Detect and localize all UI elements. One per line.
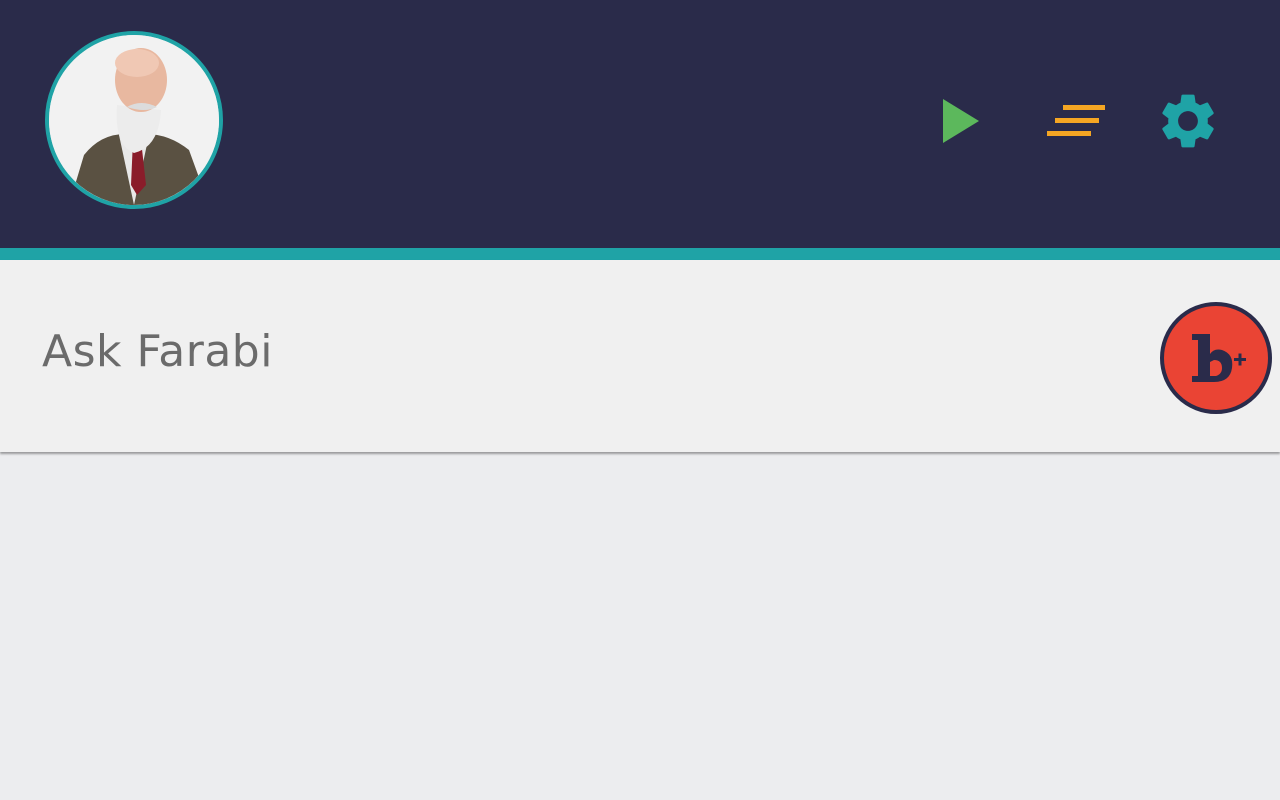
brand-logo-icon xyxy=(1192,334,1246,382)
list-button[interactable] xyxy=(1040,86,1110,156)
settings-button[interactable] xyxy=(1153,86,1223,156)
brand-badge-button[interactable] xyxy=(1160,302,1272,414)
avatar[interactable] xyxy=(45,31,223,209)
play-button[interactable] xyxy=(926,86,996,156)
list-icon xyxy=(1047,105,1105,136)
gear-icon xyxy=(1162,94,1214,148)
play-icon xyxy=(943,99,979,143)
avatar-portrait-icon xyxy=(49,35,219,205)
header-accent-bar xyxy=(0,248,1280,260)
ask-label[interactable]: Ask Farabi xyxy=(42,326,273,377)
